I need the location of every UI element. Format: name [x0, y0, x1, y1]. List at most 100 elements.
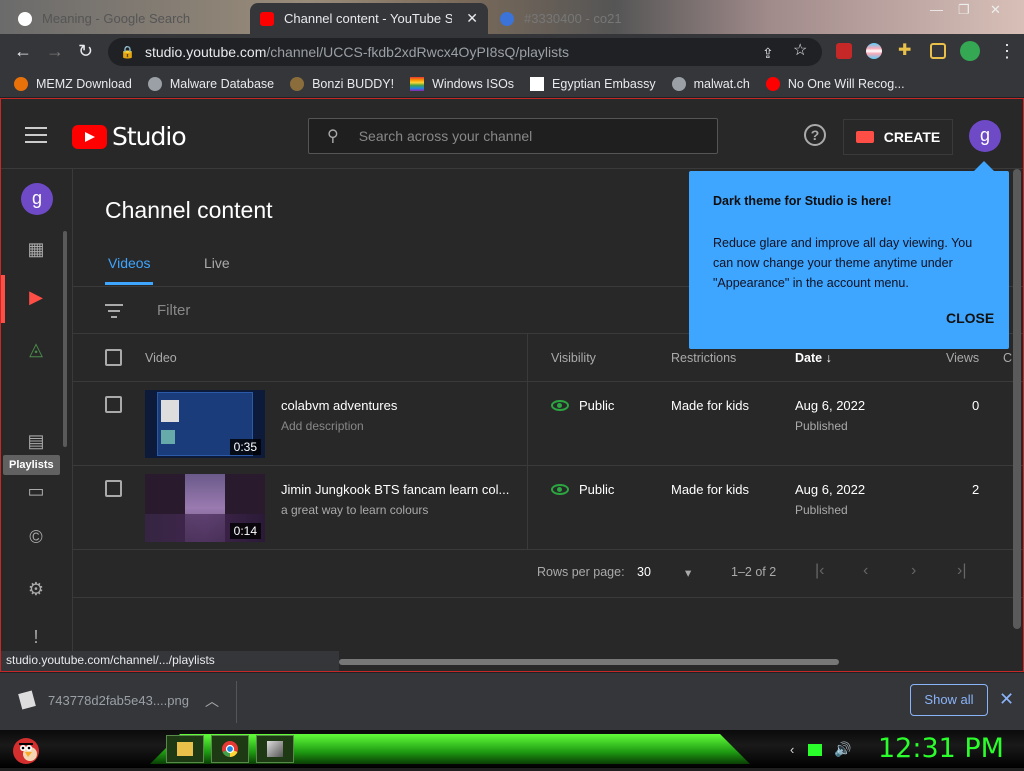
extensions-puzzle-icon[interactable]: ✚ [898, 42, 911, 60]
maximize-icon[interactable]: ❐ [958, 2, 970, 18]
last-page-icon[interactable]: ›| [957, 562, 966, 580]
first-page-icon[interactable]: |‹ [815, 562, 824, 580]
hamburger-menu-icon[interactable] [25, 127, 47, 143]
bookmark-no-one-will-recog[interactable]: No One Will Recog... [765, 76, 905, 91]
flag-extension-icon[interactable] [866, 43, 882, 59]
download-item[interactable]: 743778d2fab5e43....png [18, 690, 189, 710]
bookmark-label: Egyptian Embassy [552, 76, 656, 91]
bookmark-label: MEMZ Download [36, 76, 132, 91]
bookmark-star-icon[interactable]: ☆ [793, 42, 807, 60]
bookmark-bonzi[interactable]: Bonzi BUDDY! [290, 76, 394, 91]
globe-icon [671, 76, 686, 91]
analytics-icon[interactable]: ◬ [25, 339, 47, 361]
bookmark-windows-isos[interactable]: Windows ISOs [410, 76, 514, 91]
page-viewport: Studio ⚲ Search across your channel ? CR… [0, 98, 1024, 672]
volume-icon[interactable]: 🔊 [834, 741, 851, 758]
video-title[interactable]: colabvm adventures [281, 398, 397, 413]
paint-app-icon[interactable] [256, 735, 294, 763]
feedback-icon[interactable]: ! [25, 627, 47, 649]
page-vertical-scrollbar[interactable] [1013, 169, 1021, 629]
account-avatar[interactable]: g [969, 120, 1001, 152]
next-page-icon[interactable]: › [911, 562, 916, 580]
forward-icon[interactable]: → [46, 42, 64, 60]
column-date[interactable]: Date ↓ [795, 351, 832, 365]
channel-search-input[interactable]: ⚲ Search across your channel [308, 118, 718, 154]
site-icon [500, 11, 514, 26]
tab-live[interactable]: Live [204, 255, 230, 271]
taskbar-clock[interactable]: 12:31 PM [878, 733, 1004, 764]
visibility-cell[interactable]: Public [551, 398, 614, 413]
url-host: studio.youtube.com [144, 44, 267, 60]
close-window-icon[interactable]: ✕ [990, 2, 1001, 18]
ublock-extension-icon[interactable] [836, 43, 852, 59]
active-indicator [1, 275, 5, 323]
chevron-up-icon[interactable]: ︿ [205, 691, 219, 711]
youtube-play-icon [72, 124, 107, 149]
filter-input[interactable]: Filter [157, 302, 190, 319]
side-panel-icon[interactable] [930, 43, 946, 59]
thumbnail-window [161, 430, 175, 444]
tab-google-search[interactable]: Meaning - Google Search [8, 3, 248, 34]
dropdown-arrow-icon[interactable]: ▾ [685, 565, 691, 580]
settings-gear-icon[interactable]: ⚙ [25, 579, 47, 601]
more-menu-icon[interactable]: ⋮ [998, 42, 1016, 60]
eye-icon [551, 400, 569, 411]
bookmark-malware-database[interactable]: Malware Database [147, 76, 274, 91]
angry-bird-start-icon[interactable] [8, 732, 44, 766]
chrome-taskbar-icon[interactable] [211, 735, 249, 763]
previous-page-icon[interactable]: ‹ [863, 562, 868, 580]
row-checkbox[interactable] [105, 480, 122, 497]
video-description[interactable]: Add description [281, 419, 364, 433]
channel-avatar[interactable]: g [21, 183, 53, 215]
page-horizontal-scrollbar[interactable] [339, 659, 839, 665]
network-icon[interactable] [808, 743, 823, 756]
filter-icon[interactable] [105, 304, 123, 322]
nav-scrollbar[interactable] [63, 231, 67, 447]
thumbnail-window [161, 400, 179, 422]
bookmark-malwatch[interactable]: malwat.ch [671, 76, 750, 91]
tray-arrow-icon[interactable]: ‹ [790, 742, 794, 757]
tab-third[interactable]: #3330400 - co21 [490, 3, 650, 34]
close-downloads-icon[interactable]: ✕ [999, 689, 1014, 710]
views-cell: 0 [972, 398, 980, 413]
select-all-checkbox[interactable] [105, 349, 122, 366]
row-checkbox[interactable] [105, 396, 122, 413]
studio-header: Studio ⚲ Search across your channel ? CR… [1, 99, 1023, 169]
back-icon[interactable]: ← [14, 42, 32, 60]
bookmark-egyptian-embassy[interactable]: Egyptian Embassy [530, 76, 656, 91]
bookmark-memz[interactable]: MEMZ Download [14, 76, 132, 91]
help-icon[interactable]: ? [804, 124, 826, 146]
rows-per-page-select[interactable]: 30 [637, 565, 651, 579]
table-row[interactable]: 0:35 colabvm adventures Add description … [73, 382, 1023, 466]
minimize-icon[interactable]: — [930, 2, 943, 17]
create-button[interactable]: CREATE [843, 119, 953, 155]
tab-label: Meaning - Google Search [42, 11, 191, 26]
share-icon[interactable]: ⇪ [762, 44, 774, 62]
video-thumbnail[interactable]: 0:14 [145, 474, 265, 542]
dashboard-icon[interactable]: ▦ [25, 239, 47, 261]
table-row[interactable]: 0:14 Jimin Jungkook BTS fancam learn col… [73, 466, 1023, 550]
video-title[interactable]: Jimin Jungkook BTS fancam learn col... [281, 482, 509, 497]
globe-icon [147, 76, 162, 91]
logo-text: Studio [112, 122, 187, 151]
copyright-icon[interactable]: © [25, 527, 47, 549]
youtube-studio-logo[interactable]: Studio [72, 122, 187, 151]
video-thumbnail[interactable]: 0:35 [145, 390, 265, 458]
subtitles-icon[interactable]: ▭ [25, 481, 47, 503]
address-input[interactable]: 🔒 studio.youtube.com/channel/UCCS-fkdb2x… [108, 38, 822, 66]
tab-youtube-studio[interactable]: Channel content - YouTube Studi ✕ [250, 3, 488, 34]
tab-videos[interactable]: Videos [108, 255, 151, 271]
content-icon[interactable]: ▶ [25, 287, 47, 309]
dark-theme-popup: Dark theme for Studio is here! Reduce gl… [689, 161, 1009, 349]
video-description[interactable]: a great way to learn colours [281, 503, 428, 517]
comments-icon[interactable]: ▤ [25, 431, 47, 453]
file-explorer-icon[interactable] [166, 735, 204, 763]
reload-icon[interactable]: ↻ [78, 42, 93, 60]
profile-icon[interactable] [960, 41, 980, 61]
close-tab-icon[interactable]: ✕ [466, 10, 478, 27]
show-all-button[interactable]: Show all [910, 684, 988, 716]
visibility-cell[interactable]: Public [551, 482, 614, 497]
popup-close-button[interactable]: CLOSE [946, 310, 994, 326]
taskbar: ‹ 🔊 12:31 PM [0, 730, 1024, 768]
views-cell: 2 [972, 482, 980, 497]
